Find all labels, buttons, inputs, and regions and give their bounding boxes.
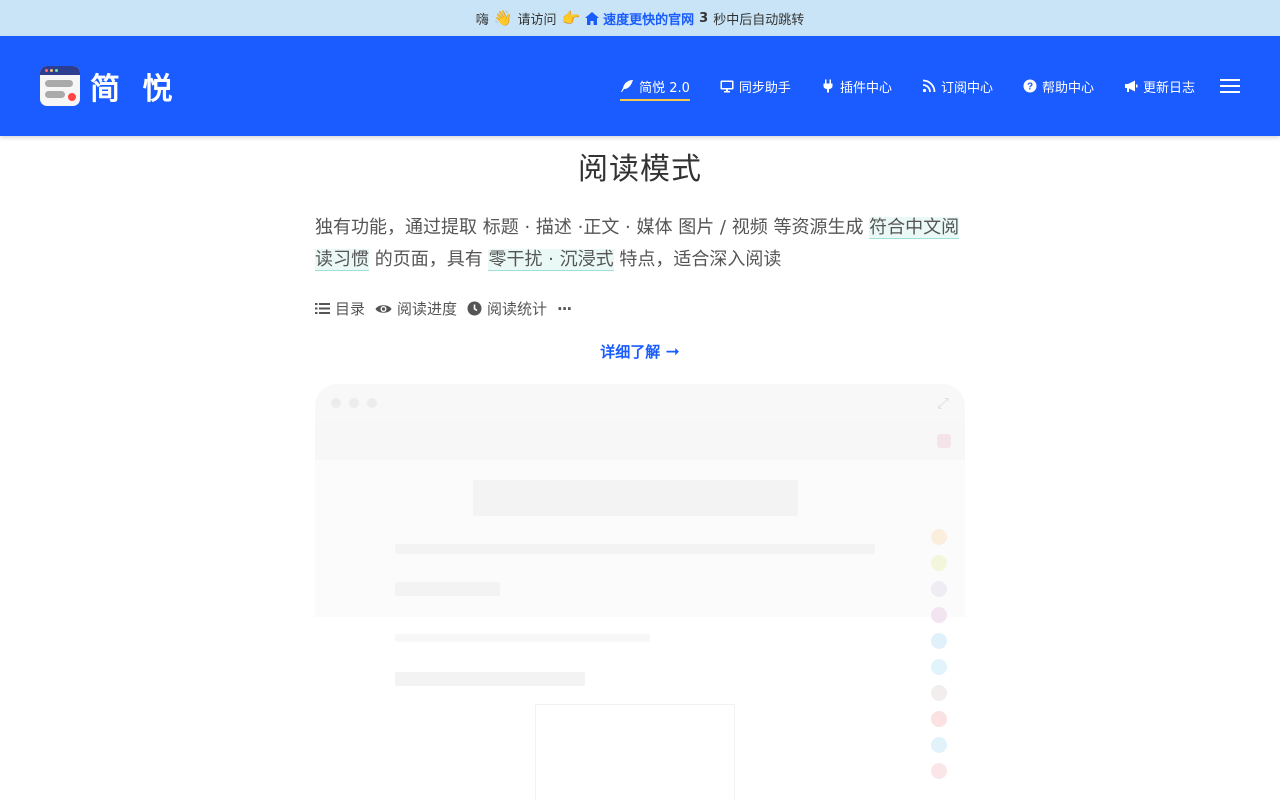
hamburger-menu-icon[interactable] bbox=[1220, 79, 1240, 93]
preview-toolbar-icon bbox=[937, 434, 951, 448]
redirect-notice-bar: 嗨 👋 请访问 👉 速度更快的官网 3 秒中后自动跳转 bbox=[0, 0, 1280, 36]
pointing-hand-icon: 👉 bbox=[561, 9, 581, 27]
page-title: 阅读模式 bbox=[578, 152, 702, 187]
clock-icon bbox=[467, 301, 482, 316]
nav-label: 帮助中心 bbox=[1041, 80, 1094, 96]
feature-reading-stats: 阅读统计 bbox=[467, 298, 547, 319]
nav-item-plugin-center[interactable]: 插件中心 bbox=[821, 71, 892, 101]
feature-toc: 目录 bbox=[315, 298, 365, 319]
nav-label: 订阅中心 bbox=[940, 80, 993, 96]
feature-label: 阅读进度 bbox=[397, 300, 458, 318]
desc-text-1: 独有功能，通过提取 标题 · 描述 ·正文 · 媒体 图片 / 视频 等资源生成 bbox=[315, 217, 870, 238]
learn-more-label: 详细了解 bbox=[600, 343, 661, 361]
desc-highlight-2: 零干扰 · 沉浸式 bbox=[488, 249, 614, 271]
site-logo[interactable]: 简 悦 bbox=[40, 64, 178, 108]
side-dot-icon bbox=[931, 581, 947, 597]
preview-toolbar bbox=[315, 422, 965, 460]
notice-visit-text: 请访问 bbox=[517, 12, 557, 28]
side-dot-icon bbox=[931, 685, 947, 701]
preview-line bbox=[395, 582, 500, 596]
window-dot-icon bbox=[367, 398, 377, 408]
official-site-link-text: 速度更快的官网 bbox=[603, 12, 695, 28]
preview-line bbox=[395, 672, 585, 686]
desc-text-3: 特点，适合深入阅读 bbox=[613, 249, 782, 270]
megaphone-icon bbox=[1124, 80, 1138, 92]
site-header: 简 悦 简悦 2.0 同步助手 插件中心 订阅中心 ? 帮助中心 更新日志 bbox=[0, 36, 1280, 136]
nav-item-sync-assistant[interactable]: 同步助手 bbox=[720, 71, 791, 101]
plug-icon bbox=[823, 79, 833, 93]
main-nav: 简悦 2.0 同步助手 插件中心 订阅中心 ? 帮助中心 更新日志 bbox=[620, 71, 1240, 101]
preview-line bbox=[395, 634, 650, 642]
nav-label: 更新日志 bbox=[1142, 80, 1195, 96]
eye-icon bbox=[375, 304, 392, 313]
side-dot-icon bbox=[931, 659, 947, 675]
side-dot-icon bbox=[931, 737, 947, 753]
side-dot-icon bbox=[931, 555, 947, 571]
brand-name: 简 悦 bbox=[90, 72, 179, 107]
side-dot-icon bbox=[931, 607, 947, 623]
preview-line bbox=[395, 544, 875, 554]
feature-list: 目录 阅读进度 阅读统计 ··· bbox=[315, 298, 965, 319]
side-dot-icon bbox=[931, 633, 947, 649]
learn-more-link[interactable]: 详细了解 ➞ bbox=[315, 341, 965, 362]
feature-description: 独有功能，通过提取 标题 · 描述 ·正文 · 媒体 图片 / 视频 等资源生成… bbox=[315, 212, 965, 276]
wave-emoji-icon: 👋 bbox=[493, 9, 513, 27]
nav-item-help-center[interactable]: ? 帮助中心 bbox=[1023, 71, 1094, 101]
main-content: 阅读模式 独有功能，通过提取 标题 · 描述 ·正文 · 媒体 图片 / 视频 … bbox=[315, 144, 965, 800]
side-dot-icon bbox=[931, 529, 947, 545]
notice-greet: 嗨 bbox=[475, 12, 489, 28]
desc-text-2: 的页面，具有 bbox=[369, 249, 489, 270]
preview-embedded-frame bbox=[535, 704, 735, 800]
preview-title-block bbox=[473, 480, 798, 516]
preview-window-bar: ⤢ bbox=[315, 384, 965, 422]
official-site-link[interactable]: 速度更快的官网 bbox=[585, 9, 694, 28]
window-dot-icon bbox=[349, 398, 359, 408]
nav-item-changelog[interactable]: 更新日志 bbox=[1124, 71, 1195, 101]
feather-icon bbox=[621, 80, 634, 92]
nav-label: 简悦 2.0 bbox=[639, 80, 690, 96]
home-icon bbox=[585, 11, 600, 25]
side-dot-icon bbox=[931, 711, 947, 727]
preview-side-icons bbox=[931, 529, 947, 779]
desktop-icon bbox=[720, 80, 734, 93]
question-circle-icon: ? bbox=[1023, 79, 1037, 93]
notice-suffix: 秒中后自动跳转 bbox=[713, 12, 805, 28]
window-dot-icon bbox=[331, 398, 341, 408]
side-dot-icon bbox=[931, 763, 947, 779]
countdown-number: 3 bbox=[699, 10, 709, 26]
nav-label: 同步助手 bbox=[738, 80, 791, 96]
rss-icon bbox=[922, 79, 936, 93]
nav-item-simpread-2[interactable]: 简悦 2.0 bbox=[620, 71, 690, 101]
reading-mode-preview: ⤢ bbox=[315, 384, 965, 800]
svg-text:?: ? bbox=[1027, 82, 1033, 93]
expand-icon[interactable]: ⤢ bbox=[937, 394, 949, 412]
feature-label: 阅读统计 bbox=[487, 300, 548, 318]
more-features-ellipsis: ··· bbox=[557, 299, 572, 318]
list-icon bbox=[315, 303, 330, 314]
arrow-right-icon: ➞ bbox=[665, 342, 680, 362]
logo-icon bbox=[40, 66, 80, 106]
nav-item-subscription-center[interactable]: 订阅中心 bbox=[922, 71, 993, 101]
feature-label: 目录 bbox=[335, 300, 366, 318]
feature-reading-progress: 阅读进度 bbox=[375, 298, 457, 319]
nav-label: 插件中心 bbox=[839, 80, 892, 96]
